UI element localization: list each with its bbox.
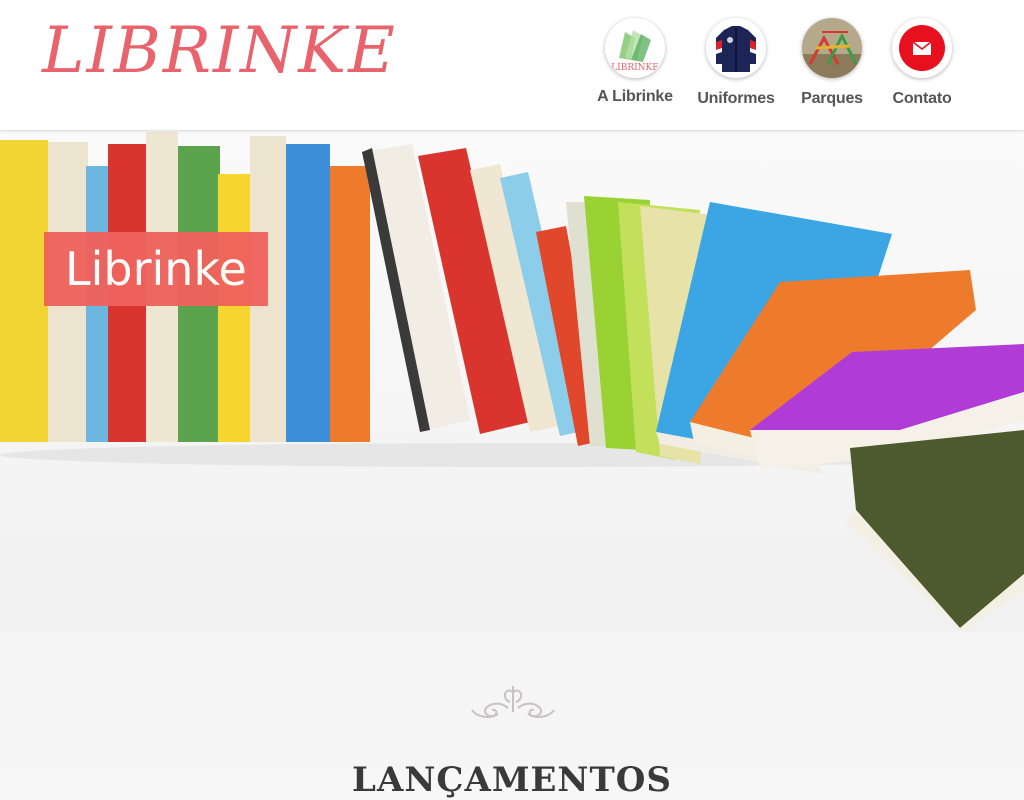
ornament-divider-icon [471, 686, 555, 718]
nav-item-uniformes[interactable]: Uniformes [686, 18, 786, 108]
site-header: LIBRINKE LIBRINKE A Librinke Uniformes P… [0, 0, 1024, 130]
nav-item-parques[interactable]: Parques [782, 18, 882, 108]
librinke-logo-thumbnail: LIBRINKE [605, 18, 665, 78]
thumb-logo-text: LIBRINKE [611, 63, 659, 73]
main-nav: LIBRINKE A Librinke Uniformes Parques Co… [0, 18, 1024, 118]
contact-thumbnail [892, 18, 952, 78]
nav-item-a-librinke[interactable]: LIBRINKE A Librinke [585, 18, 685, 106]
nav-label-a-librinke: A Librinke [597, 88, 673, 105]
nav-item-contato[interactable]: Contato [872, 18, 972, 108]
hero-badge: Librinke [44, 232, 268, 306]
section-title: LANÇAMENTOS [352, 760, 672, 800]
playground-thumbnail [802, 18, 862, 78]
envelope-icon [912, 41, 932, 55]
uniform-jacket-thumbnail [706, 18, 766, 78]
nav-label-contato: Contato [892, 90, 952, 107]
hero-banner: Librinke [0, 130, 1024, 632]
nav-label-parques: Parques [801, 90, 863, 107]
launches-section: LANÇAMENTOS [0, 632, 1024, 800]
nav-label-uniformes: Uniformes [697, 90, 775, 107]
books-illustration [0, 130, 1024, 632]
